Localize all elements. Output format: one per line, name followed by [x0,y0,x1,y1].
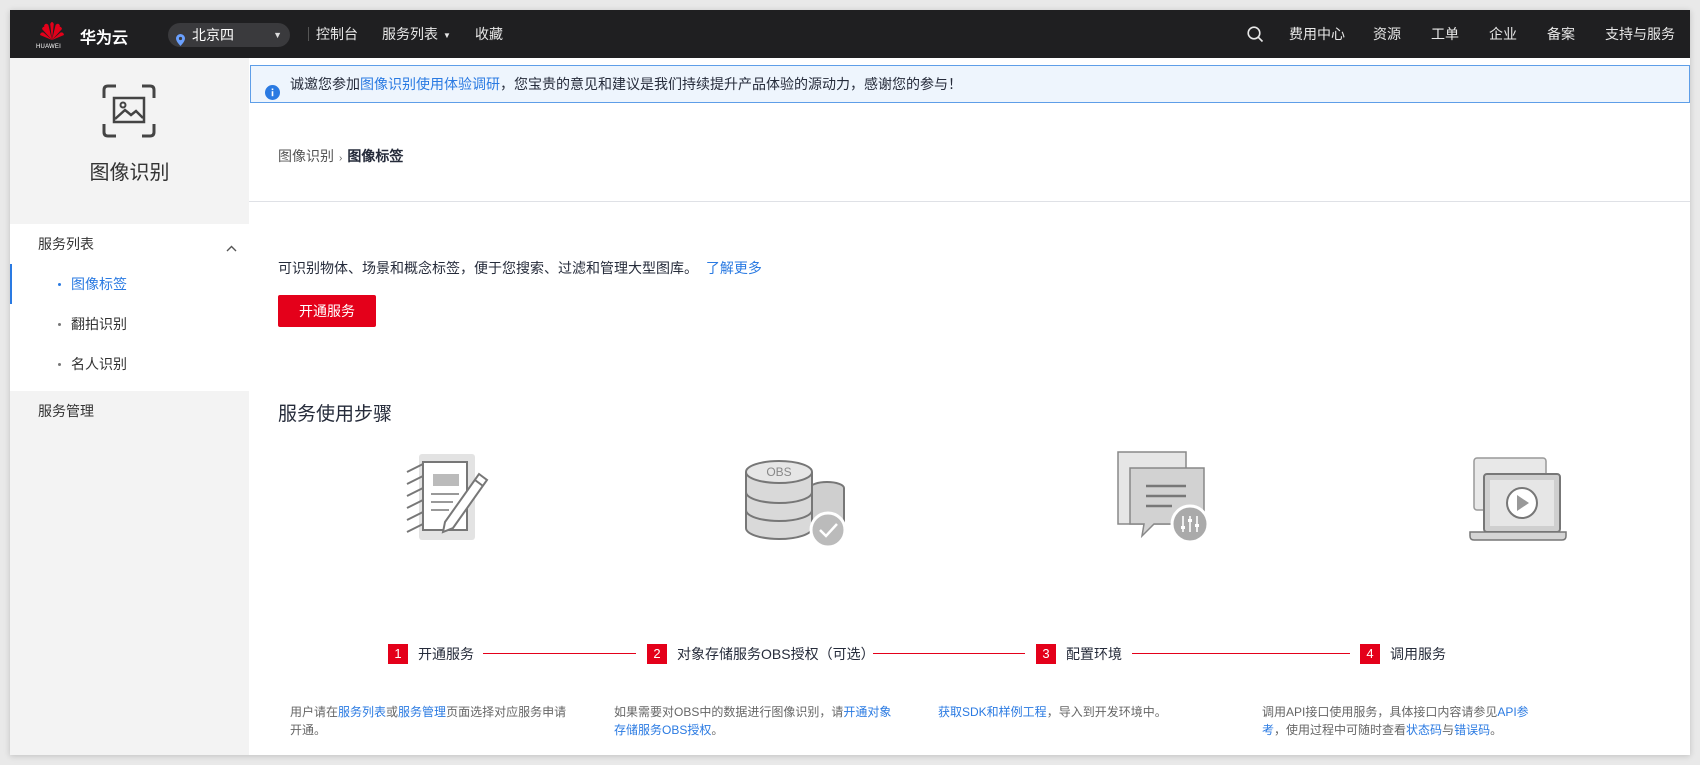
image-recognition-icon [102,84,156,143]
sidebar-item-image-tagging[interactable]: 图像标签 [10,264,249,304]
desc-text: ，导入到开发环境中。 [1046,705,1167,719]
region-label: 北京四 [192,27,234,43]
nav-billing-center[interactable]: 费用中心 [1289,10,1345,58]
caret-down-icon: ▼ [273,30,282,40]
desc-text: 。 [711,723,724,737]
service-menu: 服务列表 图像标签 翻拍识别 名人识别 [10,224,249,391]
error-code-link[interactable]: 错误码 [1454,723,1490,737]
nav-enterprise[interactable]: 企业 [1489,10,1517,58]
nav-service-list-label: 服务列表 [382,26,438,42]
caret-down-icon: ▼ [443,31,451,40]
nav-service-list[interactable]: 服务列表 ▼ [382,10,451,58]
sidebar-item-service-management[interactable]: 服务管理 [38,391,94,431]
desc-text: ，使用过程中可随时查看 [1274,723,1407,737]
video-play-icon [1466,450,1570,555]
region-selector[interactable]: 北京四 ▼ [168,23,290,47]
nav-tickets[interactable]: 工单 [1431,10,1459,58]
service-list-link[interactable]: 服务列表 [338,705,386,719]
learn-more-link[interactable]: 了解更多 [706,260,762,276]
enable-service-button[interactable]: 开通服务 [278,295,376,327]
sdk-samples-link[interactable]: 获取SDK和样例工程 [938,705,1047,719]
sidebar-item-label: 名人识别 [71,356,127,372]
sidebar-item-label: 图像标签 [71,276,127,292]
nav-resources[interactable]: 资源 [1373,10,1401,58]
config-chat-icon [1114,450,1214,555]
service-list-group[interactable]: 服务列表 [38,224,94,264]
bullet-icon [58,283,61,286]
step-connector [873,653,1025,654]
survey-link[interactable]: 图像识别使用体验调研 [360,76,500,92]
service-management-link[interactable]: 服务管理 [398,705,446,719]
sidebar: 图像识别 服务列表 图像标签 翻拍识别 名人识别 服务管理 [10,58,249,755]
main-content: 诚邀您参加图像识别使用体验调研，您宝贵的意见和建议是我们持续提升产品体验的源动力… [249,58,1690,755]
breadcrumb-parent[interactable]: 图像识别 [278,148,334,164]
step-label-config: 配置环境 [1066,646,1122,662]
step-number: 1 [388,644,408,664]
brand-name[interactable]: 华为云 [80,24,128,48]
service-header: 图像识别 [10,58,249,218]
survey-notice: 诚邀您参加图像识别使用体验调研，您宝贵的意见和建议是我们持续提升产品体验的源动力… [250,65,1690,103]
step-description-3: 获取SDK和样例工程，导入到开发环境中。 [938,703,1228,721]
obs-database-icon: OBS [742,450,847,555]
nav-divider [308,27,309,41]
obs-label: OBS [766,465,791,479]
step-label-enable: 开通服务 [418,646,474,662]
search-icon[interactable] [1247,26,1264,48]
breadcrumb-separator: › [339,153,343,164]
step-number: 2 [647,644,667,664]
breadcrumb-current: 图像标签 [347,148,404,164]
notebook-pen-icon [393,450,493,551]
step-description-2: 如果需要对OBS中的数据进行图像识别，请开通对象存储服务OBS授权。 [614,703,899,739]
sidebar-item-recapture-detection[interactable]: 翻拍识别 [10,304,249,344]
service-description: 可识别物体、场景和概念标签，便于您搜索、过滤和管理大型图库。 了解更多 [278,258,762,278]
service-title: 图像识别 [89,162,170,184]
console-window: HUAWEI 华为云 北京四 ▼ 控制台 服务列表 ▼ 收藏 费用中心 资源 工单… [10,10,1690,755]
nav-support[interactable]: 支持与服务 [1605,10,1675,58]
logo-wordmark: HUAWEI [36,44,61,50]
desc-text: 如果需要对OBS中的数据进行图像识别，请 [614,705,844,719]
step-label-invoke: 调用服务 [1390,646,1446,662]
bullet-icon [58,323,61,326]
desc-text: 用户请在 [290,705,339,719]
notice-prefix: 诚邀您参加 [290,76,360,92]
header-divider [249,201,1690,202]
step-number: 3 [1036,644,1056,664]
desc-text: 或 [386,705,399,719]
step-description-4: 调用API接口使用服务，具体接口内容请参见API参考，使用过程中可随时查看状态码… [1262,703,1547,739]
desc-text: 调用API接口使用服务，具体接口内容请参见 [1262,705,1498,719]
nav-icp-filing[interactable]: 备案 [1547,10,1575,58]
location-pin-icon [176,29,185,53]
step-connector [483,653,636,654]
sidebar-item-celebrity-recognition[interactable]: 名人识别 [10,344,249,384]
desc-text: 与 [1442,723,1455,737]
step-connector [1132,653,1350,654]
step-description-1: 用户请在服务列表或服务管理页面选择对应服务申请开通。 [290,703,570,739]
desc-text: 。 [1490,723,1503,737]
chevron-up-icon[interactable] [226,239,237,257]
step-number: 4 [1360,644,1380,664]
breadcrumb: 图像识别 › 图像标签 [278,146,403,166]
steps-heading: 服务使用步骤 [278,404,393,425]
description-text: 可识别物体、场景和概念标签，便于您搜索、过滤和管理大型图库。 [278,260,698,276]
notice-suffix: ，您宝贵的意见和建议是我们持续提升产品体验的源动力，感谢您的参与！ [500,76,962,92]
status-code-link[interactable]: 状态码 [1406,723,1442,737]
top-navbar: HUAWEI 华为云 北京四 ▼ 控制台 服务列表 ▼ 收藏 费用中心 资源 工单… [10,10,1690,58]
sidebar-item-label: 翻拍识别 [71,316,127,332]
bullet-icon [58,363,61,366]
step-label-obs-auth: 对象存储服务OBS授权（可选） [677,646,875,662]
nav-console[interactable]: 控制台 [316,10,358,58]
nav-favorites[interactable]: 收藏 [475,10,503,58]
info-icon [265,77,280,113]
